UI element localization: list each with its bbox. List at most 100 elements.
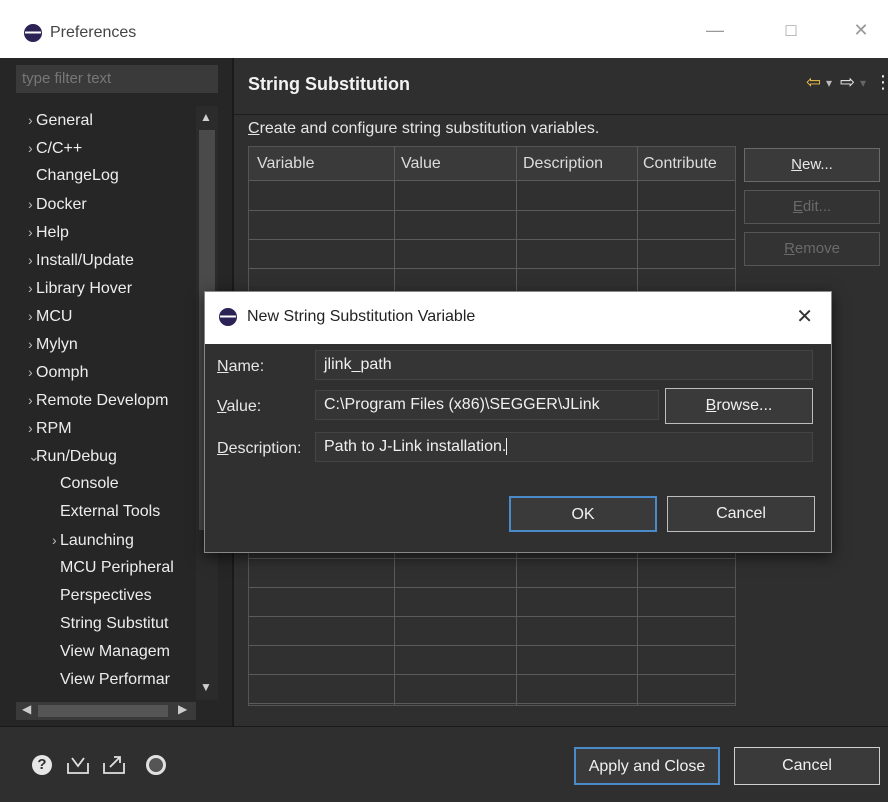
tree-item-label: Oomph [36,364,89,381]
tree-item-label: Install/Update [36,252,134,269]
close-button[interactable]: ✕ [846,20,876,41]
tree-item-label: RPM [36,420,72,437]
scroll-left-icon[interactable]: ◀ [22,702,31,716]
name-label: Name: [217,358,265,375]
forward-dropdown-icon[interactable]: ▾ [860,76,866,90]
record-icon[interactable] [146,755,166,775]
expand-chevron-icon[interactable]: › [16,358,36,386]
dialog-title: New String Substitution Variable [247,308,476,325]
text-cursor [506,438,508,456]
tree-item[interactable]: MCU Peripheral [16,554,196,582]
apply-and-close-button[interactable]: Apply and Close [574,747,720,785]
tree-item[interactable]: ⌄Run/Debug [16,442,196,470]
tree-item[interactable]: › Library Hover [16,274,196,302]
tree-item[interactable]: Console [16,470,196,498]
expand-chevron-icon[interactable]: › [16,190,36,218]
forward-arrow-icon[interactable]: ⇨ [840,72,855,93]
tree-item[interactable]: View Managem [16,638,196,666]
tree-item[interactable]: › MCU [16,302,196,330]
tree-item[interactable]: › Install/Update [16,246,196,274]
expand-chevron-icon[interactable]: › [40,526,60,554]
expand-chevron-icon[interactable]: › [16,274,36,302]
tree-item[interactable]: › Remote Developm [16,386,196,414]
expand-chevron-icon[interactable]: ⌄ [16,442,40,470]
filter-input[interactable]: type filter text [16,65,218,93]
description-field[interactable]: Path to J-Link installation. [315,432,813,462]
value-label: Value: [217,398,262,415]
tree-item-label: ChangeLog [36,167,119,184]
column-header-contributed[interactable]: Contribute [643,155,717,173]
table-row [249,268,735,269]
ok-button[interactable]: OK [509,496,657,532]
column-header-variable[interactable]: Variable [257,155,315,173]
dialog-close-icon[interactable]: ✕ [796,304,813,329]
tree-item[interactable]: › RPM [16,414,196,442]
browse-button[interactable]: Browse... [665,388,813,424]
expand-chevron-icon[interactable]: › [16,246,36,274]
scroll-up-icon[interactable]: ▲ [200,110,212,124]
new-button[interactable]: New... [744,148,880,182]
tree-item[interactable]: ChangeLog [16,162,196,190]
tree-item[interactable]: Perspectives [16,582,196,610]
hscroll-thumb[interactable] [38,705,168,717]
expand-chevron-icon[interactable]: › [16,302,36,330]
table-row [249,645,735,646]
window-title: Preferences [50,24,137,41]
scroll-right-icon[interactable]: ▶ [178,702,187,716]
tree-item[interactable]: › Help [16,218,196,246]
tree-item-label: MCU Peripheral [60,559,174,576]
preferences-window: Preferences — □ ✕ type filter text › Gene… [0,0,888,802]
tree-item-label: View Performar [60,671,170,688]
bottom-cancel-button[interactable]: Cancel [734,747,880,785]
column-header-value[interactable]: Value [401,155,441,173]
tree-horizontal-scrollbar[interactable]: ◀ ▶ [16,702,196,720]
remove-button[interactable]: Remove [744,232,880,266]
dialog-titlebar: New String Substitution Variable ✕ [205,292,831,344]
column-header-description[interactable]: Description [523,155,603,173]
expand-chevron-icon[interactable]: › [16,414,36,442]
table-row [249,616,735,617]
preferences-tree: › General › C/C++ ChangeLog › Docker › Help › Inst… [16,106,196,700]
expand-chevron-icon[interactable]: › [16,134,36,162]
tree-item[interactable]: View Performar [16,666,196,694]
value-field[interactable]: C:\Program Files (x86)\SEGGER\JLink [315,390,659,420]
maximize-button[interactable]: □ [776,20,806,41]
expand-chevron-icon[interactable]: › [16,386,36,414]
tree-item[interactable]: › Docker [16,190,196,218]
help-icon[interactable]: ? [32,755,52,775]
bottom-bar: ? Apply and Close Cancel [0,726,888,802]
view-menu-icon[interactable]: ⋮ [874,72,888,93]
tree-item[interactable]: › Oomph [16,358,196,386]
dialog-cancel-button[interactable]: Cancel [667,496,815,532]
table-row [249,210,735,211]
expand-chevron-icon[interactable]: › [16,330,36,358]
tree-item-label: Library Hover [36,280,133,297]
back-dropdown-icon[interactable]: ▾ [826,76,832,90]
scroll-down-icon[interactable]: ▼ [200,680,212,694]
header-separator [234,114,888,115]
tree-item[interactable]: String Substitut [16,610,196,638]
table-header: Variable Value Description Contribute [249,147,735,181]
tree-item-label: External Tools [60,503,161,520]
expand-chevron-icon[interactable]: › [16,106,36,134]
import-preferences-icon[interactable] [66,755,90,780]
tree-item-label: Console [60,475,119,492]
tree-item[interactable]: › C/C++ [16,134,196,162]
tree-item[interactable]: › Launching [16,526,196,554]
tree-item-label: Docker [36,196,87,213]
name-field[interactable]: jlink_path [315,350,813,380]
tree-item[interactable]: › Mylyn [16,330,196,358]
back-arrow-icon[interactable]: ⇦ [806,72,821,93]
table-row [249,703,735,704]
preferences-tree-panel: type filter text › General › C/C++ ChangeLog… [0,58,232,726]
tree-item-label: Run/Debug [36,448,117,465]
tree-item[interactable]: External Tools [16,498,196,526]
minimize-button[interactable]: — [700,20,730,41]
tree-item[interactable]: › General [16,106,196,134]
table-row [249,587,735,588]
expand-chevron-icon[interactable]: › [16,218,36,246]
tree-item-label: String Substitut [60,615,169,632]
export-preferences-icon[interactable] [102,755,126,780]
eclipse-logo-icon [219,308,237,326]
edit-button[interactable]: Edit... [744,190,880,224]
